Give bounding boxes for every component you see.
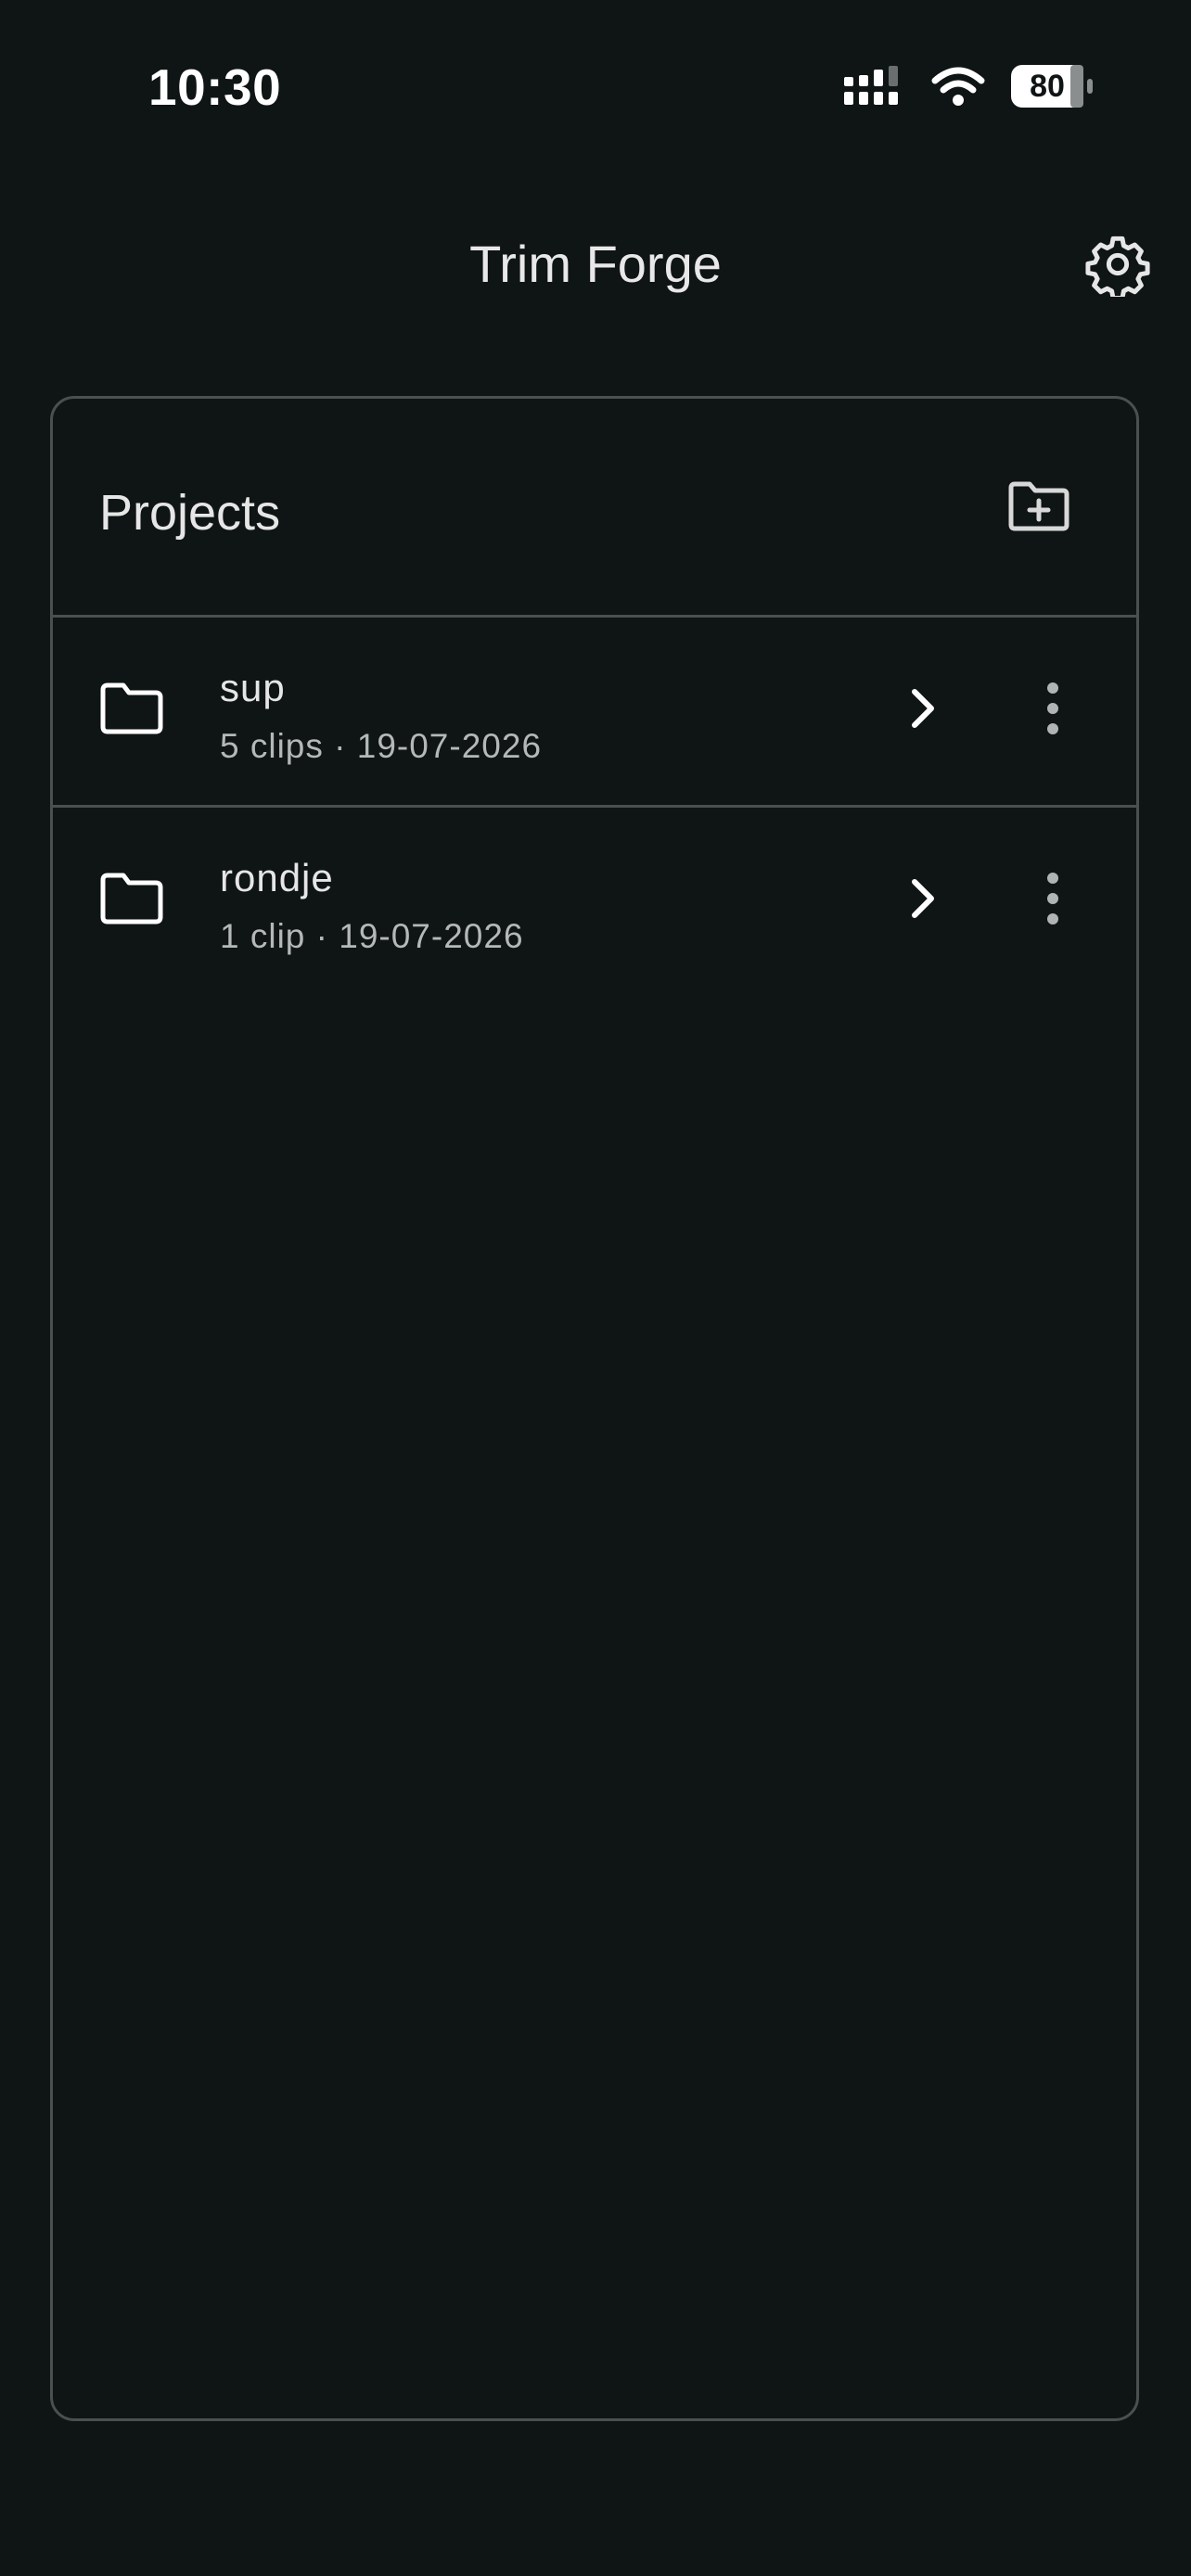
project-name: rondje xyxy=(220,856,334,899)
projects-header: Projects xyxy=(53,399,1136,618)
project-meta: 1 clip · 19-07-2026 xyxy=(220,917,524,955)
more-options-button[interactable] xyxy=(1025,678,1081,743)
new-project-button[interactable] xyxy=(997,471,1081,545)
more-vertical-icon xyxy=(1045,871,1060,931)
app-title: Trim Forge xyxy=(469,235,722,293)
open-project-button[interactable] xyxy=(895,873,951,928)
status-icons: 80 xyxy=(844,65,1095,108)
projects-title: Projects xyxy=(99,485,281,541)
status-bar: 10:30 80 xyxy=(0,0,1191,167)
signal-icon xyxy=(844,66,905,107)
chevron-right-icon xyxy=(909,688,937,733)
chevron-right-icon xyxy=(909,878,937,924)
new-folder-icon xyxy=(1007,480,1070,537)
battery-level: 80 xyxy=(1030,68,1065,104)
project-row[interactable]: rondje 1 clip · 19-07-2026 xyxy=(53,808,1136,998)
settings-button[interactable] xyxy=(1076,224,1159,308)
folder-icon xyxy=(99,871,164,926)
app-screen: 10:30 80 Trim Forge Projects sup 5 clips… xyxy=(0,0,1191,2576)
gear-icon xyxy=(1085,232,1150,301)
folder-icon xyxy=(99,681,164,736)
status-time: 10:30 xyxy=(148,58,282,116)
battery-icon: 80 xyxy=(1011,65,1095,108)
more-vertical-icon xyxy=(1045,681,1060,741)
project-name: sup xyxy=(220,666,286,709)
app-header: Trim Forge xyxy=(0,213,1191,315)
projects-card: Projects sup 5 clips · 19-07-2026 rondje… xyxy=(50,396,1139,2421)
wifi-icon xyxy=(931,66,985,107)
more-options-button[interactable] xyxy=(1025,868,1081,933)
project-meta: 5 clips · 19-07-2026 xyxy=(220,727,543,765)
project-row[interactable]: sup 5 clips · 19-07-2026 xyxy=(53,618,1136,808)
open-project-button[interactable] xyxy=(895,682,951,738)
